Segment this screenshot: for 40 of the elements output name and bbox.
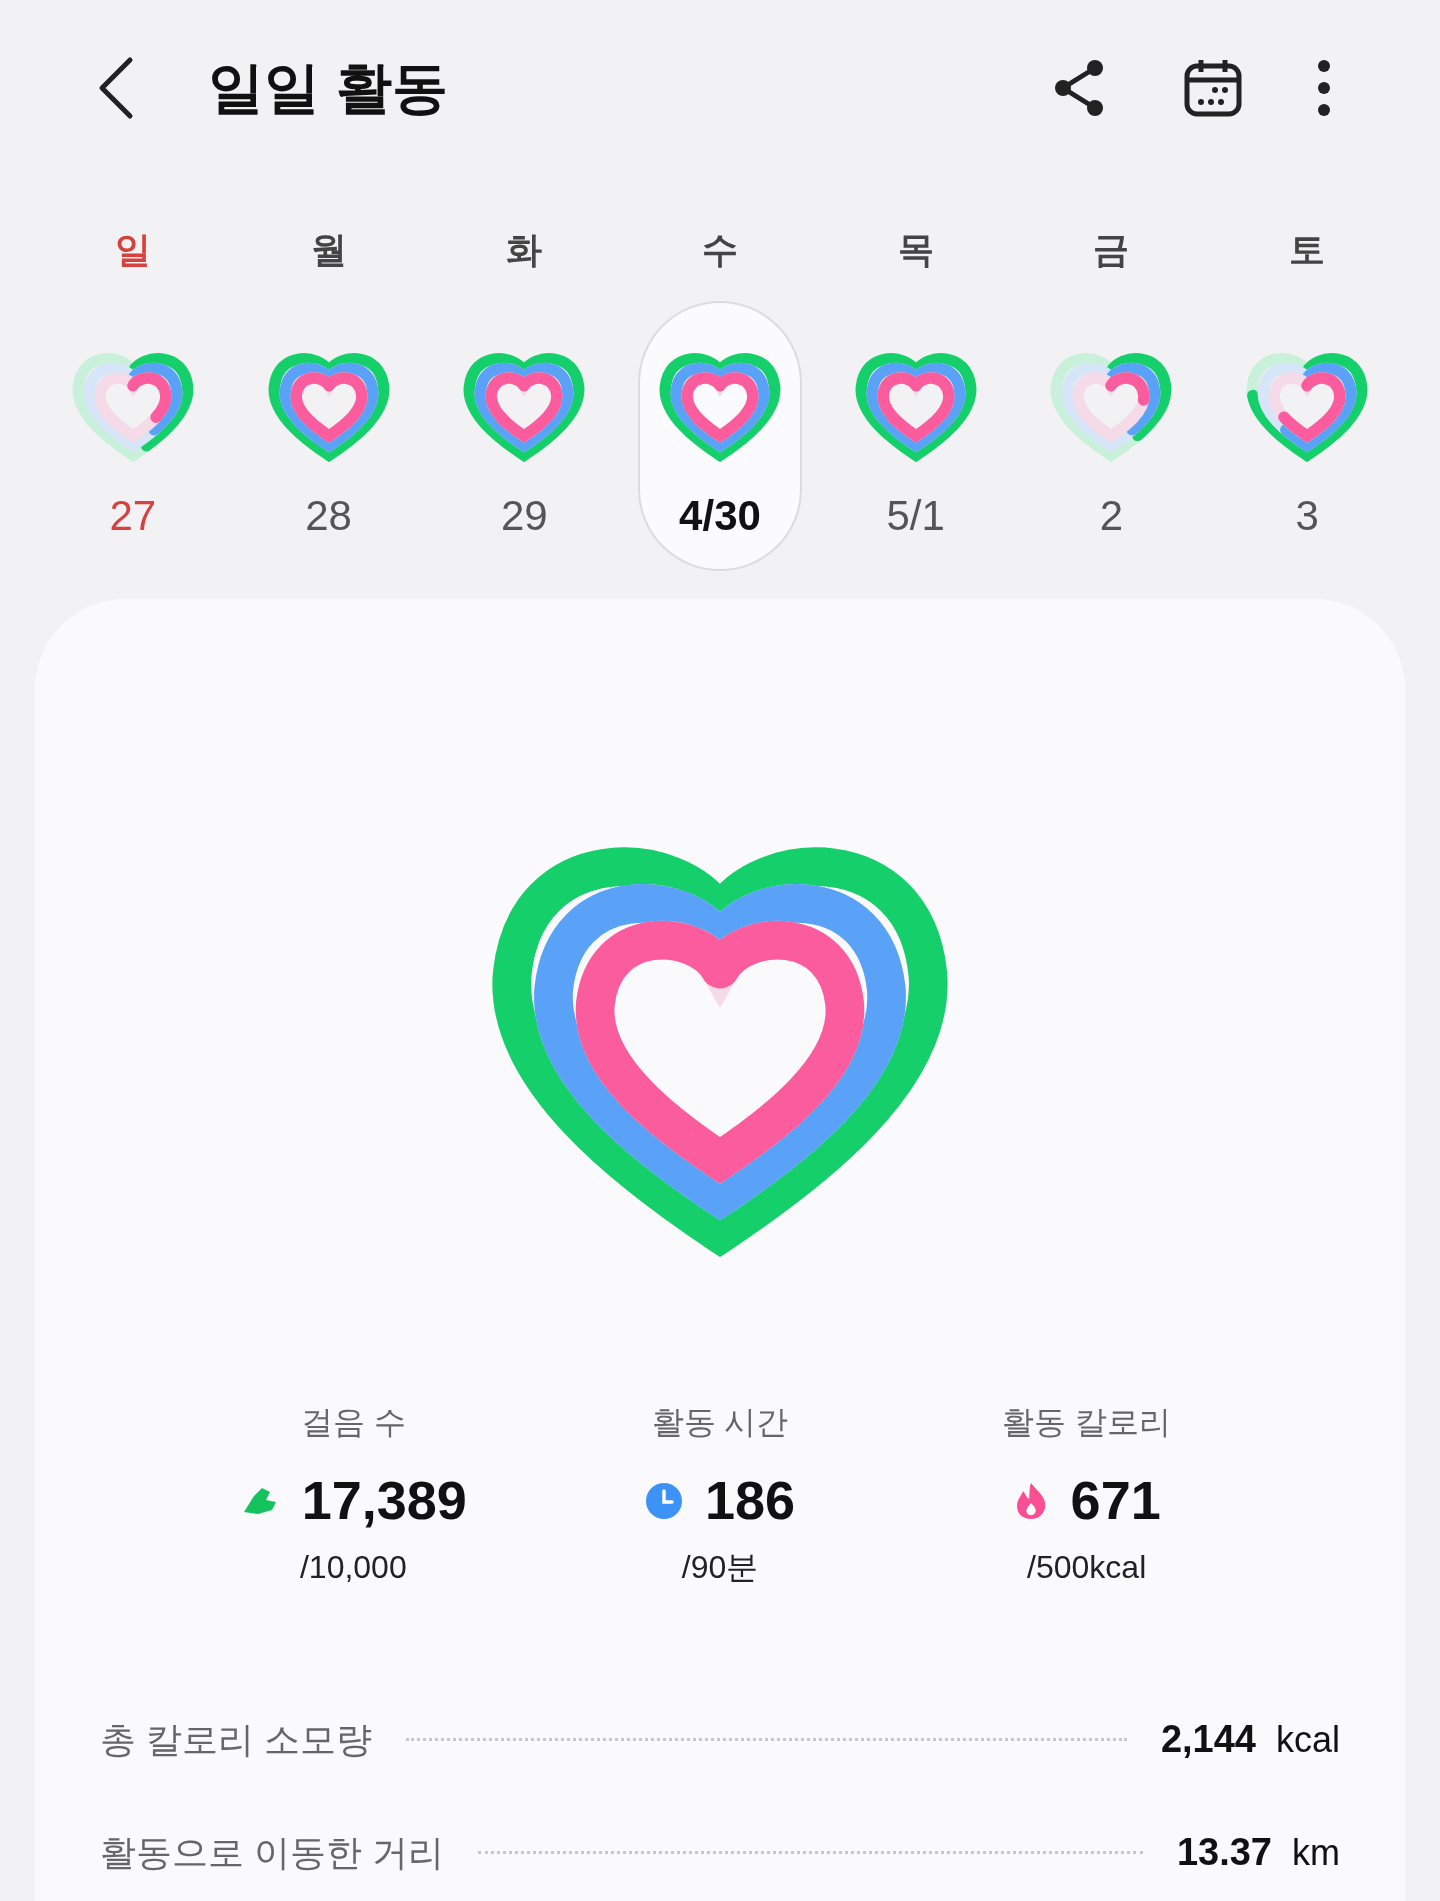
detail-value: 2,144 (1160, 1717, 1256, 1762)
detail-label: 총 칼로리 소모량 (100, 1717, 372, 1762)
stat-value: 17,389 (301, 1469, 467, 1532)
day-tab[interactable]: 28 (246, 301, 411, 571)
stat-label: 활동 칼로리 (1002, 1403, 1172, 1442)
stat-goal: /90분 (681, 1548, 759, 1587)
day-tab[interactable]: 3 (1225, 301, 1390, 571)
day-date: 29 (500, 490, 548, 541)
stat-label: 활동 시간 (651, 1403, 789, 1442)
calendar-icon (1183, 57, 1243, 118)
stat-goal: /500kcal (1027, 1548, 1147, 1587)
stat-label: 걸음 수 (300, 1403, 406, 1442)
day-tab[interactable]: 29 (442, 301, 607, 571)
detail-label: 활동으로 이동한 거리 (100, 1830, 444, 1875)
page-title: 일일 활동 (208, 54, 448, 121)
day-date: 5/1 (886, 490, 945, 541)
detail-unit: km (1292, 1830, 1340, 1875)
detail-value: 13.37 (1176, 1830, 1272, 1875)
weekday-label: 금 (1093, 228, 1130, 272)
stat-goal: /10,000 (299, 1548, 407, 1587)
day-tab[interactable]: 27 (50, 301, 215, 571)
clock-icon (644, 1481, 683, 1520)
weekday-label: 수 (702, 228, 738, 272)
weekday-label: 일 (114, 228, 151, 272)
day-date: 28 (305, 490, 352, 541)
day-tab[interactable]: 4/30 (638, 301, 802, 571)
detail-unit: kcal (1275, 1717, 1340, 1762)
day-tab[interactable]: 2 (1029, 301, 1194, 571)
stat-value: 671 (1070, 1469, 1161, 1532)
weekday-label: 월 (310, 228, 347, 272)
weekday-label: 화 (506, 228, 543, 272)
day-date: 2 (1099, 490, 1124, 541)
day-tab[interactable]: 5/1 (833, 301, 998, 571)
day-date: 3 (1295, 490, 1319, 541)
stat-value: 186 (704, 1469, 796, 1532)
day-date: 27 (109, 490, 157, 541)
day-date: 4/30 (679, 490, 761, 541)
more-options-icon (1317, 57, 1331, 118)
weekday-label: 목 (897, 228, 934, 272)
weekday-label: 토 (1289, 228, 1326, 272)
